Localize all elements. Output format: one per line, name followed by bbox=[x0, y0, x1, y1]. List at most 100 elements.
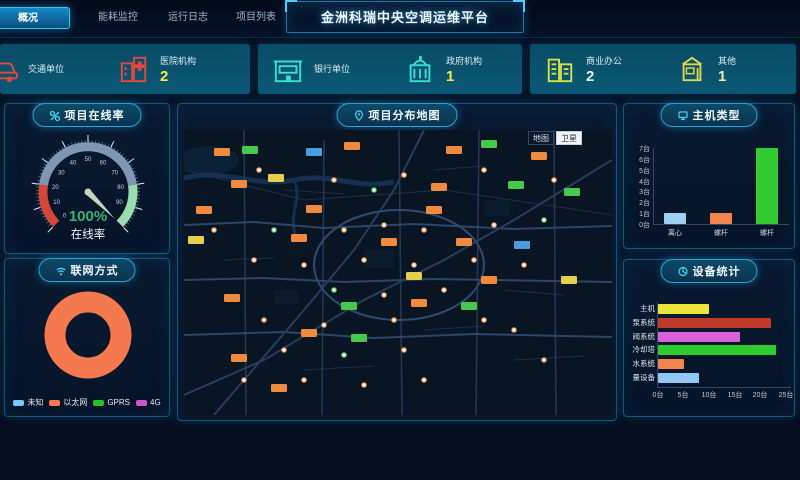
map-marker[interactable] bbox=[531, 152, 547, 160]
tab-overview[interactable]: 概况 bbox=[0, 7, 70, 29]
map-marker[interactable] bbox=[552, 178, 557, 183]
satellite-mode-button[interactable]: 卫星 bbox=[556, 131, 582, 145]
map-marker[interactable] bbox=[481, 140, 497, 148]
map-marker[interactable] bbox=[442, 288, 447, 293]
map-marker[interactable] bbox=[231, 180, 247, 188]
map-marker[interactable] bbox=[406, 272, 422, 280]
map-marker[interactable] bbox=[431, 183, 447, 191]
app-title-plate: 金洲科瑞中央空调运维平台 bbox=[286, 1, 524, 33]
gauge-label: 在线率 bbox=[71, 227, 106, 241]
tab-project-list[interactable]: 项目列表 bbox=[226, 7, 286, 29]
map-marker[interactable] bbox=[342, 228, 347, 233]
map-marker[interactable] bbox=[301, 329, 317, 337]
map-marker[interactable] bbox=[392, 318, 397, 323]
map-marker[interactable] bbox=[332, 288, 337, 293]
map-marker[interactable] bbox=[411, 299, 427, 307]
bank-icon bbox=[270, 53, 306, 85]
bar-host bbox=[658, 304, 709, 314]
stat-government: 政府机构 1 bbox=[402, 53, 482, 85]
map-marker[interactable] bbox=[188, 236, 204, 244]
legend-item-gprs[interactable]: GPRS bbox=[93, 397, 130, 408]
map-marker[interactable] bbox=[341, 302, 357, 310]
map-marker[interactable] bbox=[402, 348, 407, 353]
map-marker[interactable] bbox=[242, 378, 247, 383]
map-marker[interactable] bbox=[482, 318, 487, 323]
map-marker[interactable] bbox=[472, 258, 477, 263]
tab-energy-monitor[interactable]: 能耗监控 bbox=[88, 7, 148, 29]
svg-text:80: 80 bbox=[117, 185, 124, 191]
stat-value: 2 bbox=[586, 68, 622, 85]
bar-meter-device bbox=[658, 373, 699, 383]
map-marker[interactable] bbox=[542, 218, 547, 223]
legend-item-4g[interactable]: 4G bbox=[136, 397, 161, 408]
project-map[interactable] bbox=[184, 130, 612, 415]
map-marker[interactable] bbox=[214, 148, 230, 156]
map-marker[interactable] bbox=[257, 168, 262, 173]
map-marker[interactable] bbox=[542, 358, 547, 363]
map-marker[interactable] bbox=[351, 334, 367, 342]
map-marker[interactable] bbox=[306, 148, 322, 156]
monitor-icon bbox=[678, 110, 689, 121]
map-marker[interactable] bbox=[446, 146, 462, 154]
map-marker[interactable] bbox=[522, 263, 527, 268]
map-marker[interactable] bbox=[306, 205, 322, 213]
stat-label: 其他 bbox=[718, 54, 736, 67]
map-marker[interactable] bbox=[291, 234, 307, 242]
bar-valve-system bbox=[658, 332, 740, 342]
map-marker[interactable] bbox=[461, 302, 477, 310]
map-marker[interactable] bbox=[231, 354, 247, 362]
tab-run-log[interactable]: 运行日志 bbox=[158, 7, 218, 29]
panel-project-map: 项目分布地图 bbox=[177, 103, 617, 421]
map-marker[interactable] bbox=[382, 293, 387, 298]
map-marker[interactable] bbox=[362, 258, 367, 263]
map-marker[interactable] bbox=[362, 383, 367, 388]
map-marker[interactable] bbox=[322, 323, 327, 328]
map-marker[interactable] bbox=[382, 223, 387, 228]
map-marker[interactable] bbox=[512, 328, 517, 333]
svg-text:70: 70 bbox=[111, 171, 118, 177]
map-marker[interactable] bbox=[426, 206, 442, 214]
svg-text:20: 20 bbox=[52, 185, 59, 191]
map-marker[interactable] bbox=[564, 188, 580, 196]
map-marker[interactable] bbox=[422, 228, 427, 233]
map-marker[interactable] bbox=[282, 348, 287, 353]
map-marker[interactable] bbox=[252, 258, 257, 263]
map-marker[interactable] bbox=[268, 174, 284, 182]
map-marker[interactable] bbox=[508, 181, 524, 189]
map-marker[interactable] bbox=[271, 384, 287, 392]
legend-item-unknown[interactable]: 未知 bbox=[13, 397, 43, 408]
map-marker[interactable] bbox=[481, 276, 497, 284]
map-marker[interactable] bbox=[372, 188, 377, 193]
map-marker[interactable] bbox=[242, 146, 258, 154]
legend-item-ethernet[interactable]: 以太网 bbox=[49, 397, 87, 408]
map-marker[interactable] bbox=[381, 238, 397, 246]
online-rate-gauge: 0 10 20 30 40 50 60 70 80 90 100% 在线率 bbox=[13, 124, 163, 252]
svg-text:90: 90 bbox=[116, 200, 123, 206]
map-marker[interactable] bbox=[302, 263, 307, 268]
map-marker[interactable] bbox=[456, 238, 472, 246]
svg-text:60: 60 bbox=[100, 161, 107, 167]
map-marker[interactable] bbox=[482, 168, 487, 173]
map-marker[interactable] bbox=[561, 276, 577, 284]
map-marker[interactable] bbox=[224, 294, 240, 302]
bar-pump-system bbox=[658, 318, 771, 328]
map-mode-button[interactable]: 地图 bbox=[528, 131, 554, 145]
panel-title: 项目分布地图 bbox=[369, 107, 441, 123]
stat-office: 商业办公 2 bbox=[542, 53, 622, 85]
map-marker[interactable] bbox=[272, 228, 277, 233]
map-marker[interactable] bbox=[402, 173, 407, 178]
map-marker[interactable] bbox=[196, 206, 212, 214]
map-marker[interactable] bbox=[422, 378, 427, 383]
map-marker[interactable] bbox=[344, 142, 360, 150]
map-marker[interactable] bbox=[492, 223, 497, 228]
map-marker[interactable] bbox=[514, 241, 530, 249]
map-marker[interactable] bbox=[212, 228, 217, 233]
map-marker[interactable] bbox=[412, 263, 417, 268]
svg-text:40: 40 bbox=[70, 161, 77, 167]
map-marker[interactable] bbox=[262, 318, 267, 323]
map-marker[interactable] bbox=[332, 178, 337, 183]
map-marker[interactable] bbox=[342, 353, 347, 358]
panel-online-rate: 项目在线率 0 10 20 30 40 50 60 70 80 90 bbox=[4, 103, 170, 254]
dashboard-screen: 概况 能耗监控 运行日志 项目列表 视频监控 金洲科瑞中央空调运维平台 交通单位… bbox=[0, 0, 800, 480]
map-marker[interactable] bbox=[302, 378, 307, 383]
